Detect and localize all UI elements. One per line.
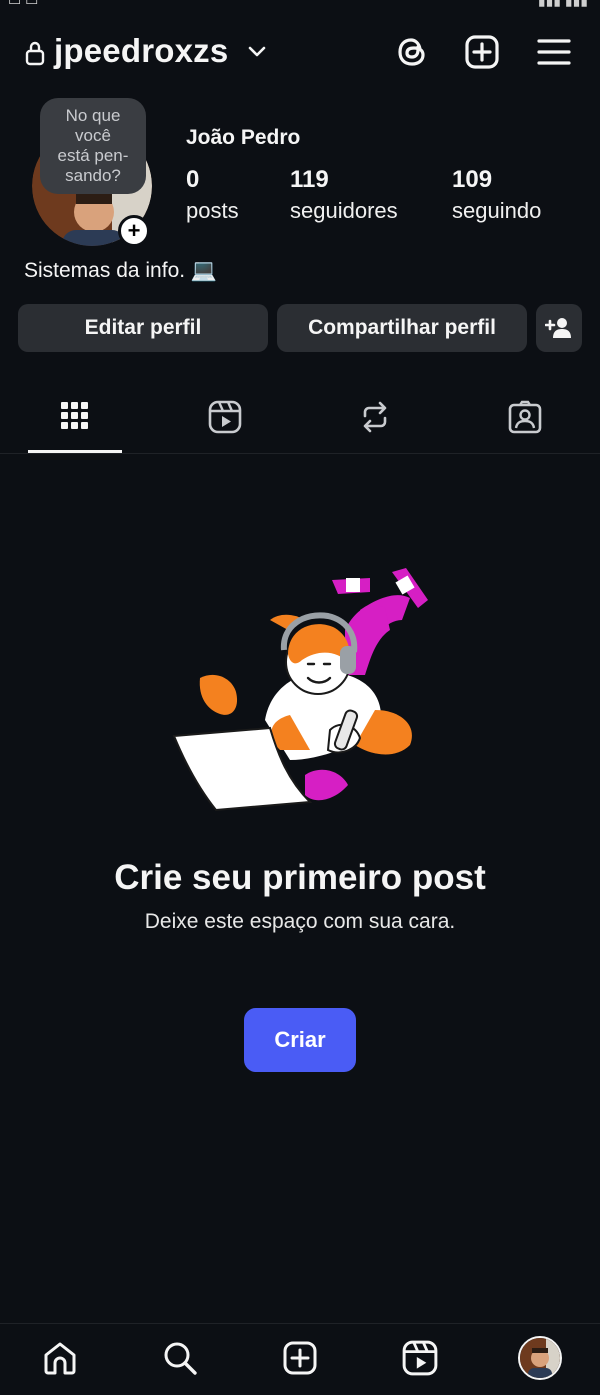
display-name: João Pedro (186, 126, 301, 149)
chevron-down-icon[interactable] (246, 40, 268, 62)
create-post-button[interactable]: Criar (244, 1008, 356, 1072)
share-profile-button[interactable]: Compartilhar perfil (277, 304, 527, 352)
following-label: seguindo (452, 198, 542, 223)
note-bubble[interactable]: No que você está pen- sando? (40, 98, 146, 194)
followers-label: seguidores (290, 198, 398, 223)
bottom-nav (0, 1323, 600, 1395)
new-post-icon[interactable] (462, 32, 502, 72)
posts-stat: 0 posts (186, 166, 239, 224)
status-bar: ▭ ▭ ▮▮▮ ▮▮▮ (0, 0, 600, 12)
add-user-icon (545, 318, 571, 338)
tab-tagged[interactable] (450, 390, 600, 454)
followers-count: 119 (290, 166, 329, 193)
posts-count: 0 (186, 166, 200, 193)
reels-icon (402, 1340, 438, 1376)
username[interactable]: jpeedroxzs (54, 32, 228, 70)
status-left: ▭ ▭ (8, 0, 39, 8)
repost-icon (363, 401, 387, 433)
status-right: ▮▮▮ ▮▮▮ (537, 0, 588, 8)
reels-icon (208, 400, 242, 434)
nav-profile-avatar[interactable] (518, 1336, 562, 1380)
create-icon (283, 1341, 317, 1375)
edit-profile-button[interactable]: Editar perfil (18, 304, 268, 352)
nav-create[interactable] (280, 1338, 320, 1378)
menu-icon[interactable] (534, 32, 574, 72)
empty-state-illustration (172, 568, 428, 812)
tab-reels[interactable] (150, 390, 300, 454)
avatar (520, 1338, 560, 1378)
profile-header: jpeedroxzs (0, 22, 600, 82)
following-stat[interactable]: 109 seguindo (452, 166, 541, 224)
posts-label: posts (186, 198, 239, 223)
bio: Sistemas da info. 💻 (24, 259, 218, 282)
empty-state-title: Crie seu primeiro post (114, 858, 486, 897)
note-line: está pen- (57, 146, 129, 165)
followers-stat[interactable]: 119 seguidores (290, 166, 398, 224)
selected-tab-indicator (28, 450, 122, 453)
search-icon (164, 1342, 197, 1375)
note-line: você (75, 126, 111, 145)
note-line: sando? (65, 166, 121, 185)
tab-reposts[interactable] (300, 390, 450, 454)
lock-icon (25, 41, 45, 66)
tab-grid[interactable] (0, 390, 150, 454)
following-count: 109 (452, 166, 493, 193)
nav-home[interactable] (40, 1338, 80, 1378)
note-line: No que (65, 106, 121, 125)
profile-tabs (0, 390, 600, 454)
home-icon (44, 1342, 76, 1375)
nav-reels[interactable] (400, 1338, 440, 1378)
empty-state-subtitle: Deixe este espaço com sua cara. (144, 910, 456, 933)
threads-icon[interactable] (392, 32, 432, 72)
tagged-icon (508, 400, 542, 434)
grid-icon (61, 402, 88, 429)
nav-search[interactable] (160, 1338, 200, 1378)
discover-people-button[interactable] (536, 304, 582, 352)
add-story-icon[interactable]: + (118, 215, 150, 247)
